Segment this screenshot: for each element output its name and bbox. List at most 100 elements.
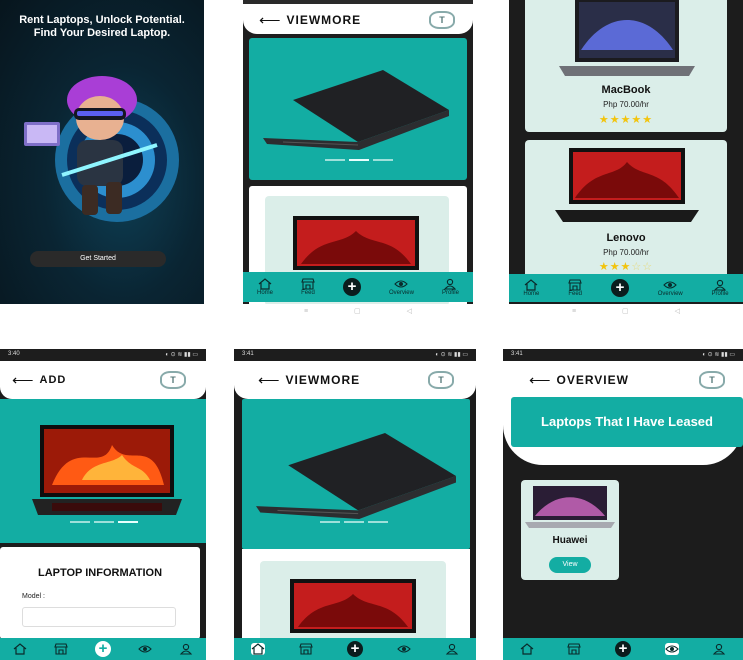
menu-icon[interactable]: ≡ xyxy=(304,308,308,315)
status-time: 3:41 xyxy=(242,351,254,357)
eye-icon xyxy=(663,280,678,289)
home-icon xyxy=(251,643,265,655)
store-icon xyxy=(54,643,68,655)
nav-home[interactable]: Home xyxy=(256,277,273,297)
leased-laptop-card[interactable]: Huawei View xyxy=(521,480,619,580)
user-icon xyxy=(444,278,457,290)
nav-feed[interactable] xyxy=(567,643,582,655)
item-price: Php 70.00/hr xyxy=(603,248,649,257)
nav-overview[interactable]: Overview xyxy=(658,279,683,298)
bottom-nav: + xyxy=(0,638,206,660)
item-name: MacBook xyxy=(601,84,651,96)
nav-overview[interactable] xyxy=(664,643,679,655)
viewmore-header: ⟵ VIEWMORE T xyxy=(243,10,473,30)
status-icons: ◐ ⊙ ≋ ▮▮ ▭ xyxy=(435,352,468,358)
nav-home[interactable] xyxy=(251,643,265,655)
add-button[interactable]: + xyxy=(347,641,363,657)
laptop-image-huawei xyxy=(525,486,615,528)
laptop-image-macbook xyxy=(559,0,695,76)
status-bar: 3:40 ◐ ⊙ ≋ ▮▮ ▭ xyxy=(0,349,206,361)
bottom-nav: + xyxy=(503,638,743,660)
overview-header: ⟵ OVERVIEW T xyxy=(503,371,743,389)
nav-feed[interactable]: Feed xyxy=(301,277,315,297)
nav-overview-label: Overview xyxy=(657,290,683,297)
page-title: VIEWMORE xyxy=(286,13,362,27)
laptop-image-acer xyxy=(263,70,449,150)
status-bar: 3:41 ◐ ⊙ ≋ ▮▮ ▭ xyxy=(503,349,743,361)
get-started-button[interactable]: Get Started xyxy=(30,251,166,267)
menu-icon[interactable]: ≡ xyxy=(572,308,576,315)
home-icon xyxy=(14,643,27,655)
eye-icon xyxy=(397,645,411,653)
overview-screen: 3:41 ◐ ⊙ ≋ ▮▮ ▭ ⟵ OVERVIEW T Laptops That… xyxy=(503,349,743,660)
bottom-nav: + xyxy=(234,638,476,660)
nav-feed-label: Feed xyxy=(568,290,583,297)
status-time: 3:40 xyxy=(8,351,20,357)
app-logo-icon: T xyxy=(429,11,455,29)
nav-profile[interactable] xyxy=(712,643,726,655)
add-button[interactable]: + xyxy=(342,278,361,296)
nav-profile-label: Profile xyxy=(441,289,459,296)
square-icon[interactable]: ▢ xyxy=(354,307,361,315)
square-icon[interactable]: ▢ xyxy=(622,307,629,315)
back-triangle-icon[interactable]: ◁ xyxy=(407,307,412,315)
nav-home-label: Home xyxy=(256,289,273,296)
back-link[interactable]: ⟵ OVERVIEW xyxy=(529,371,629,389)
nav-profile[interactable]: Profile xyxy=(712,279,729,298)
back-link[interactable]: ⟵ VIEWMORE xyxy=(259,11,361,29)
add-button[interactable]: + xyxy=(94,641,111,657)
store-icon xyxy=(301,277,315,290)
carousel-indicators xyxy=(70,521,138,523)
user-icon xyxy=(179,643,192,655)
home-icon xyxy=(520,643,534,655)
home-icon xyxy=(258,277,272,290)
bottom-nav: Home Feed + Overview Profile xyxy=(243,272,473,302)
nav-feed[interactable] xyxy=(54,643,68,655)
laptop-carousel[interactable] xyxy=(249,38,467,180)
user-icon xyxy=(713,279,727,291)
laptop-card-lenovo[interactable]: Lenovo Php 70.00/hr ★★★☆☆ xyxy=(525,140,727,280)
back-link[interactable]: ⟵ VIEWMORE xyxy=(258,371,360,389)
nav-profile[interactable] xyxy=(179,643,193,655)
eye-icon xyxy=(394,279,409,288)
viewmore-screen-top: ⟵ VIEWMORE T Home Feed + Overview Profil… xyxy=(243,0,473,318)
add-button[interactable]: + xyxy=(614,641,631,657)
laptop-carousel[interactable] xyxy=(0,399,206,543)
nav-feed[interactable]: Feed xyxy=(568,278,583,298)
laptop-carousel[interactable] xyxy=(242,399,470,549)
nav-home[interactable] xyxy=(520,643,534,655)
nav-home-label: Home xyxy=(523,290,540,297)
carousel-indicators xyxy=(325,159,393,161)
back-triangle-icon[interactable]: ◁ xyxy=(675,307,680,315)
nav-overview[interactable]: Overview xyxy=(389,278,414,297)
status-icons: ◐ ⊙ ≋ ▮▮ ▭ xyxy=(165,352,198,358)
laptop-image-gaming xyxy=(32,425,182,515)
nav-feed[interactable] xyxy=(299,643,313,655)
status-icons: ◐ ⊙ ≋ ▮▮ ▭ xyxy=(702,352,735,358)
viewmore-header: ⟵ VIEWMORE T xyxy=(234,371,476,389)
user-icon xyxy=(445,643,459,655)
model-field[interactable] xyxy=(22,607,176,627)
item-price: Php 70.00/hr xyxy=(603,100,649,109)
carousel-indicators xyxy=(320,521,388,523)
laptop-card-macbook[interactable]: MacBook Php 70.00/hr ★★★★★ xyxy=(525,0,727,132)
nav-home[interactable] xyxy=(13,643,27,655)
laptop-image-acer xyxy=(256,432,456,520)
back-arrow-icon: ⟵ xyxy=(258,372,280,389)
store-icon xyxy=(299,643,313,655)
nav-profile[interactable] xyxy=(445,643,459,655)
hero-illustration xyxy=(24,76,179,222)
app-logo-icon: T xyxy=(160,371,186,389)
banner-title: Laptops That I Have Leased xyxy=(541,414,713,429)
rating-stars: ★★★☆☆ xyxy=(598,261,654,273)
nav-overview[interactable] xyxy=(138,643,152,655)
store-icon xyxy=(568,278,582,291)
status-bar: 3:41 ◐ ⊙ ≋ ▮▮ ▭ xyxy=(234,349,476,361)
page-title: VIEWMORE xyxy=(285,373,361,387)
back-link[interactable]: ⟵ ADD xyxy=(12,371,66,389)
add-button[interactable]: + xyxy=(610,279,629,297)
nav-profile[interactable]: Profile xyxy=(442,278,459,297)
nav-home[interactable]: Home xyxy=(523,278,540,298)
nav-overview[interactable] xyxy=(397,643,411,655)
view-button[interactable]: View xyxy=(549,557,591,573)
